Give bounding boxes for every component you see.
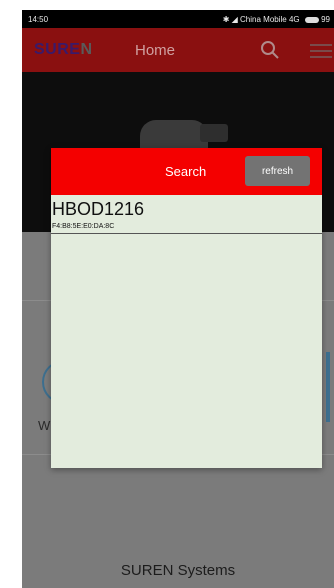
app-logo: SUREN bbox=[34, 41, 93, 59]
feature-label-partial: W bbox=[38, 418, 51, 433]
status-right: ✱ ◢ China Mobile 4G 99 bbox=[223, 15, 330, 24]
page-title: Home bbox=[135, 42, 176, 59]
device-tab-image bbox=[200, 124, 228, 142]
search-dialog: Search refresh HBOD1216 F4:B8:5E:E0:DA:8… bbox=[51, 148, 322, 468]
refresh-button[interactable]: refresh bbox=[245, 156, 310, 186]
signal-icon: ◢ bbox=[231, 15, 238, 24]
phone-screen: 14:50 ✱ ◢ China Mobile 4G 99 SUREN Home bbox=[22, 10, 334, 588]
menu-icon[interactable] bbox=[310, 44, 332, 58]
logo-tail: N bbox=[80, 41, 93, 58]
battery-level: 99 bbox=[321, 15, 330, 24]
status-time: 14:50 bbox=[28, 15, 49, 24]
app-bar: SUREN Home bbox=[22, 28, 334, 72]
status-carrier: China Mobile 4G bbox=[240, 15, 300, 24]
dialog-title: Search bbox=[165, 164, 207, 179]
battery-icon bbox=[304, 16, 319, 23]
bluetooth-icon: ✱ bbox=[222, 15, 230, 24]
logo-main: SURE bbox=[34, 41, 81, 58]
device-mac: F4:B8:5E:E0:DA:8C bbox=[52, 223, 115, 230]
footer-text: SUREN Systems bbox=[120, 562, 236, 579]
status-bar: 14:50 ✱ ◢ China Mobile 4G 99 bbox=[22, 10, 334, 28]
device-name: HBOD1216 bbox=[52, 199, 145, 219]
search-icon[interactable] bbox=[260, 40, 280, 60]
dialog-header: Search refresh bbox=[51, 148, 322, 195]
feature-edge-right bbox=[326, 352, 330, 422]
device-list-item[interactable]: HBOD1216 F4:B8:5E:E0:DA:8C bbox=[51, 195, 322, 234]
